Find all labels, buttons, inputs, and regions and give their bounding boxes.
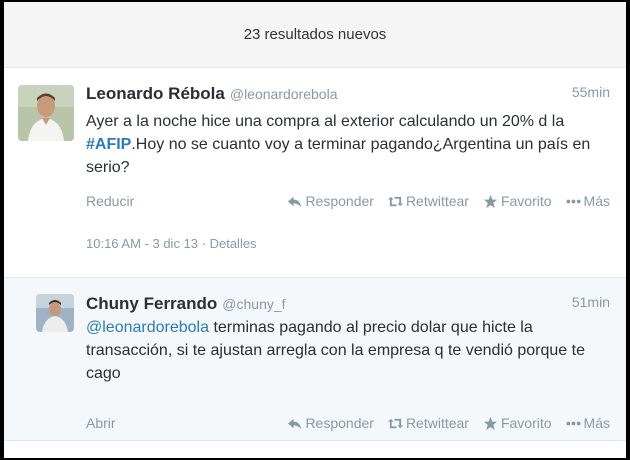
tweet-expanded[interactable]: Leonardo Rébola @leonardorebola 55min Ay… bbox=[4, 68, 626, 278]
more-label: Más bbox=[583, 193, 610, 209]
mention-link[interactable]: @leonardorebola bbox=[86, 319, 209, 336]
more-dots-icon bbox=[566, 199, 581, 203]
collapse-link[interactable]: Reducir bbox=[86, 193, 273, 209]
tweet-datetime[interactable]: 10:16 AM - 3 dic 13 bbox=[86, 236, 198, 251]
author-fullname[interactable]: Chuny Ferrando bbox=[86, 294, 217, 314]
retweet-icon bbox=[387, 418, 403, 428]
tweet-text-before: Ayer a la noche hice una compra al exter… bbox=[86, 113, 565, 130]
reply-button[interactable]: Responder bbox=[287, 193, 374, 209]
tweet-actions: Reducir Responder Retwittear Favorito Má… bbox=[86, 193, 610, 209]
retweet-icon bbox=[387, 196, 403, 206]
more-dots-icon bbox=[566, 421, 581, 425]
reply-button[interactable]: Responder bbox=[287, 415, 374, 431]
hashtag-link[interactable]: #AFIP bbox=[86, 136, 131, 153]
author-username[interactable]: @chuny_f bbox=[222, 296, 285, 312]
tweet-meta: 10:16 AM - 3 dic 13 · Detalles bbox=[86, 236, 257, 251]
more-button[interactable]: Más bbox=[566, 415, 610, 431]
retweet-label: Retwittear bbox=[405, 415, 469, 431]
details-link[interactable]: Detalles bbox=[210, 236, 257, 251]
avatar[interactable] bbox=[36, 294, 74, 332]
tweet-timestamp[interactable]: 51min bbox=[572, 294, 610, 310]
tweet-reply[interactable]: Chuny Ferrando @chuny_f 51min @leonardor… bbox=[4, 278, 626, 441]
favorite-star-icon bbox=[483, 416, 498, 430]
favorite-button[interactable]: Favorito bbox=[483, 415, 552, 431]
retweet-button[interactable]: Retwittear bbox=[387, 193, 469, 209]
tweet-text: @leonardorebola terminas pagando al prec… bbox=[86, 316, 614, 385]
tweet-text-after: .Hoy no se cuanto voy a terminar pagando… bbox=[86, 136, 591, 176]
reply-label: Responder bbox=[305, 415, 374, 431]
new-results-label[interactable]: 23 resultados nuevos bbox=[244, 26, 387, 43]
meta-separator: · bbox=[201, 236, 210, 251]
tweet-text: Ayer a la noche hice una compra al exter… bbox=[86, 110, 614, 179]
author-username[interactable]: @leonardorebola bbox=[230, 86, 338, 102]
favorite-button[interactable]: Favorito bbox=[483, 193, 552, 209]
avatar[interactable] bbox=[18, 85, 74, 141]
retweet-button[interactable]: Retwittear bbox=[387, 415, 469, 431]
expand-link[interactable]: Abrir bbox=[86, 415, 273, 431]
reply-icon bbox=[288, 196, 302, 207]
more-label: Más bbox=[583, 415, 610, 431]
favorite-star-icon bbox=[483, 194, 498, 208]
favorite-label: Favorito bbox=[500, 193, 552, 209]
tweet-header: Leonardo Rébola @leonardorebola bbox=[86, 84, 337, 104]
author-fullname[interactable]: Leonardo Rébola bbox=[86, 84, 225, 104]
tweet-actions: Abrir Responder Retwittear Favorito Más bbox=[86, 415, 610, 431]
reply-icon bbox=[288, 418, 302, 429]
tweet-header: Chuny Ferrando @chuny_f bbox=[86, 294, 286, 314]
retweet-label: Retwittear bbox=[405, 193, 469, 209]
new-results-bar[interactable]: 23 resultados nuevos bbox=[4, 2, 626, 68]
favorite-label: Favorito bbox=[500, 415, 552, 431]
more-button[interactable]: Más bbox=[566, 193, 610, 209]
tweet-timestamp[interactable]: 55min bbox=[572, 84, 610, 100]
reply-label: Responder bbox=[305, 193, 374, 209]
timeline-frame: 23 resultados nuevos Leonardo Rébola @le… bbox=[4, 2, 626, 458]
